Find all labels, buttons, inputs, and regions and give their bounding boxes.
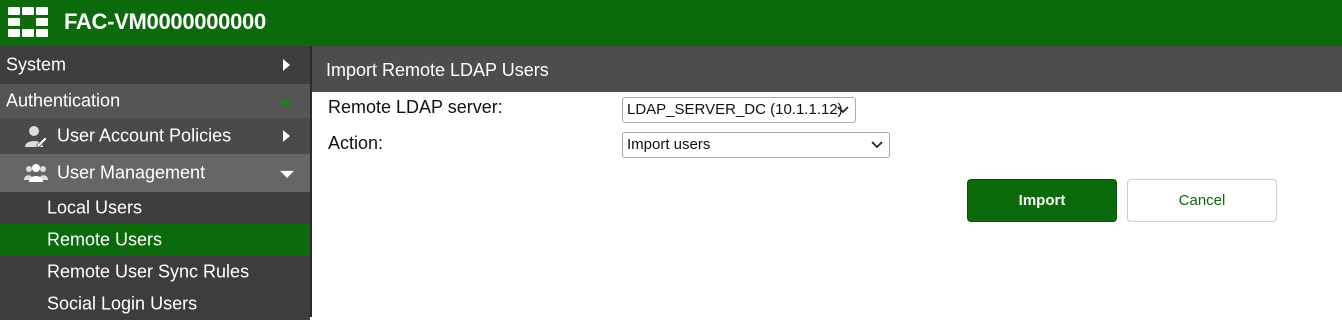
- sidebar-nav: System Authentication User Account Polic…: [0, 46, 312, 320]
- sidebar-item-label: User Account Policies: [57, 125, 232, 146]
- chevron-right-icon: [283, 130, 290, 142]
- action-label: Action:: [328, 133, 384, 153]
- remote-ldap-server-value: LDAP_SERVER_DC (10.1.1.12): [627, 101, 843, 118]
- sidebar-item-user-management[interactable]: User Management: [0, 154, 310, 192]
- page-title: Import Remote LDAP Users: [326, 60, 549, 80]
- chevron-down-icon: [871, 141, 883, 149]
- sidebar-item-label: User Management: [57, 162, 206, 183]
- remote-ldap-server-label: Remote LDAP server:: [328, 97, 503, 117]
- app-title: FAC-VM0000000000: [64, 9, 266, 34]
- sidebar-item-label: Social Login Users: [47, 293, 198, 314]
- sidebar-item-label: Authentication: [6, 90, 121, 111]
- chevron-down-icon: [837, 106, 849, 114]
- sidebar-item-label: System: [6, 54, 67, 75]
- cancel-button[interactable]: Cancel: [1127, 179, 1277, 222]
- chevron-down-icon: [280, 170, 294, 178]
- action-value: Import users: [627, 136, 711, 153]
- sidebar-item-system[interactable]: System: [0, 46, 310, 84]
- sidebar-item-local-users[interactable]: Local Users: [0, 192, 310, 224]
- sidebar-item-social-login-users[interactable]: Social Login Users: [0, 288, 310, 320]
- sidebar-item-user-account-policies[interactable]: User Account Policies: [0, 118, 310, 154]
- remote-ldap-server-select[interactable]: LDAP_SERVER_DC (10.1.1.12): [622, 97, 856, 123]
- user-edit-icon: [25, 126, 48, 148]
- action-select[interactable]: Import users: [622, 132, 890, 158]
- sidebar-item-authentication[interactable]: Authentication: [0, 84, 310, 118]
- content-header: Import Remote LDAP Users: [312, 46, 1342, 92]
- users-icon: [24, 164, 48, 182]
- fortinet-logo-icon: [8, 7, 48, 37]
- import-button[interactable]: Import: [967, 179, 1117, 222]
- sidebar-item-label: Local Users: [47, 197, 143, 218]
- sidebar-item-label: Remote User Sync Rules: [47, 261, 250, 282]
- sidebar-item-remote-users[interactable]: Remote Users: [0, 224, 310, 256]
- top-header-bar: FAC-VM0000000000: [0, 0, 1342, 46]
- sidebar-item-label: Remote Users: [47, 229, 163, 250]
- sidebar-item-remote-user-sync-rules[interactable]: Remote User Sync Rules: [0, 256, 310, 288]
- chevron-down-icon: [280, 100, 292, 107]
- chevron-right-icon: [283, 59, 290, 71]
